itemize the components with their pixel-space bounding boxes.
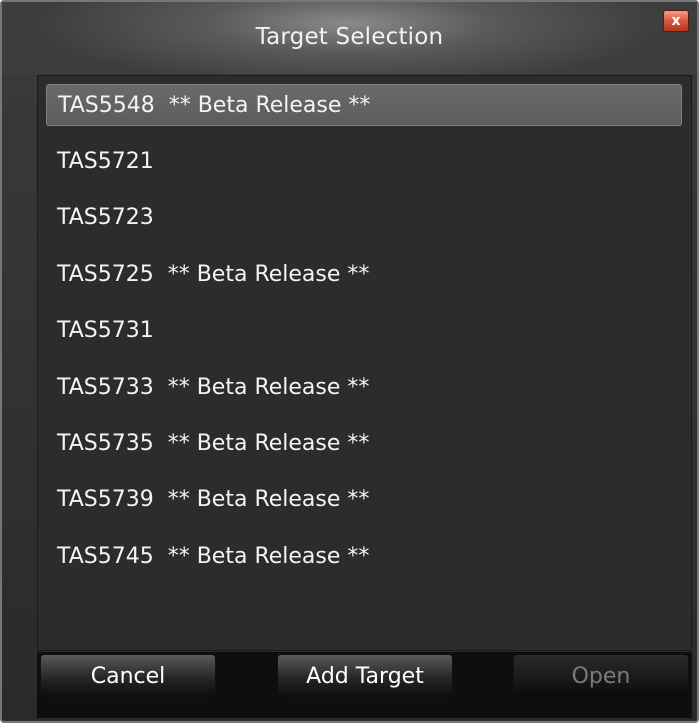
list-item[interactable]: TAS5739 ** Beta Release ** bbox=[46, 478, 682, 520]
close-icon: x bbox=[671, 13, 681, 29]
list-item[interactable]: TAS5725 ** Beta Release ** bbox=[46, 253, 682, 295]
add-target-button[interactable]: Add Target bbox=[277, 654, 453, 698]
list-item[interactable]: TAS5721 bbox=[46, 140, 682, 182]
list-item[interactable]: TAS5723 bbox=[46, 196, 682, 238]
list-item[interactable]: TAS5548 ** Beta Release ** bbox=[46, 84, 682, 126]
target-list: TAS5548 ** Beta Release ** TAS5721 TAS57… bbox=[37, 75, 692, 651]
target-selection-dialog: Target Selection x TAS5548 ** Beta Relea… bbox=[0, 0, 699, 723]
list-item[interactable]: TAS5745 ** Beta Release ** bbox=[46, 535, 682, 577]
list-item[interactable]: TAS5735 ** Beta Release ** bbox=[46, 422, 682, 464]
list-item[interactable]: TAS5733 ** Beta Release ** bbox=[46, 366, 682, 408]
cancel-button[interactable]: Cancel bbox=[40, 654, 216, 698]
title-bar[interactable]: Target Selection x bbox=[2, 2, 697, 74]
window-title: Target Selection bbox=[255, 24, 444, 50]
open-button[interactable]: Open bbox=[513, 654, 689, 698]
list-item[interactable]: TAS5731 bbox=[46, 309, 682, 351]
close-button[interactable]: x bbox=[663, 10, 689, 32]
